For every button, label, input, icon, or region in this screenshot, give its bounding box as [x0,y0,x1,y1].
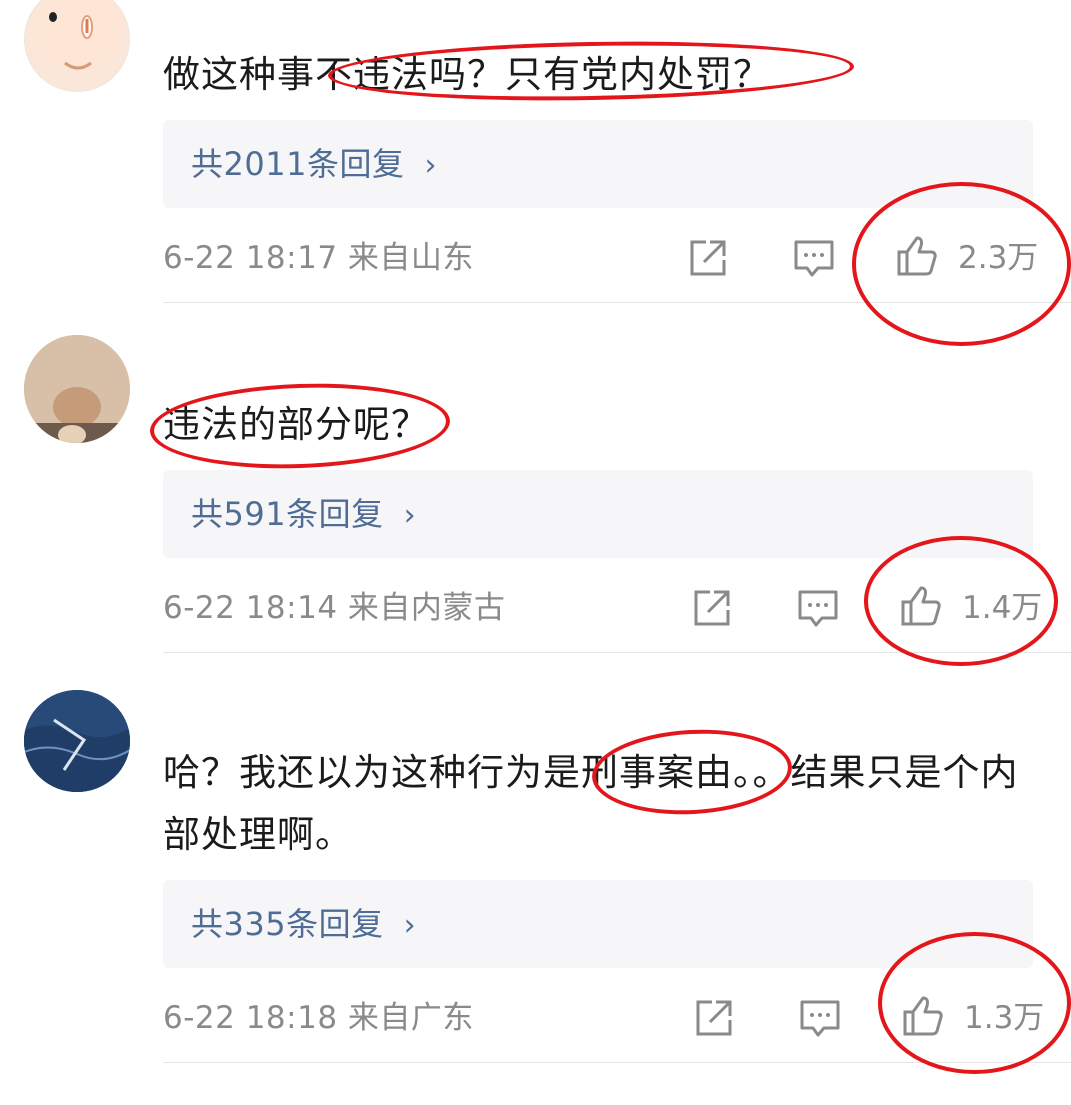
cartoon-face-icon [34,0,122,71]
chevron-right-icon: › [403,908,417,943]
replies-count-label: 共2011条回复 [191,145,405,183]
comment-icon[interactable] [796,586,840,630]
replies-link[interactable]: 共2011条回复 › [191,120,437,210]
person-photo-icon [24,335,130,443]
avatar[interactable] [24,0,130,92]
comment-meta: 6-22 18:18 来自广东 [163,1000,474,1036]
comment-meta: 6-22 18:14 来自内蒙古 [163,590,506,626]
comment-icon[interactable] [798,996,842,1040]
share-icon[interactable] [686,236,730,280]
thumbs-up-icon[interactable] [901,994,945,1038]
replies-count-label: 共335条回复 [191,905,384,943]
like-count: 1.3万 [964,1000,1045,1036]
replies-box[interactable]: 共2011条回复 › [163,120,1033,208]
share-icon[interactable] [692,996,736,1040]
like-count: 1.4万 [962,590,1043,626]
like-count: 2.3万 [958,240,1039,276]
avatar[interactable] [24,335,130,443]
share-icon[interactable] [690,586,734,630]
divider [163,1062,1071,1063]
replies-count-label: 共591条回复 [191,495,384,533]
replies-box[interactable]: 共335条回复 › [163,880,1033,968]
divider [163,302,1071,303]
comment-text: 做这种事不违法吗？只有党内处罚？ [163,53,771,96]
replies-link[interactable]: 共591条回复 › [191,470,416,560]
chevron-right-icon: › [403,498,417,533]
replies-box[interactable]: 共591条回复 › [163,470,1033,558]
avatar[interactable] [24,690,130,792]
comment-text: 违法的部分呢？ [163,403,429,446]
replies-link[interactable]: 共335条回复 › [191,880,416,970]
ocean-photo-icon [24,690,130,792]
thumbs-up-icon[interactable] [895,234,939,278]
comment-text: 哈？我还以为这种行为是刑事案由。。结果只是个内部处理啊。 [163,751,1019,856]
comment-meta: 6-22 18:17 来自山东 [163,240,474,276]
divider [163,652,1071,653]
chevron-right-icon: › [424,148,437,183]
comment-icon[interactable] [792,236,836,280]
thumbs-up-icon[interactable] [899,584,943,628]
